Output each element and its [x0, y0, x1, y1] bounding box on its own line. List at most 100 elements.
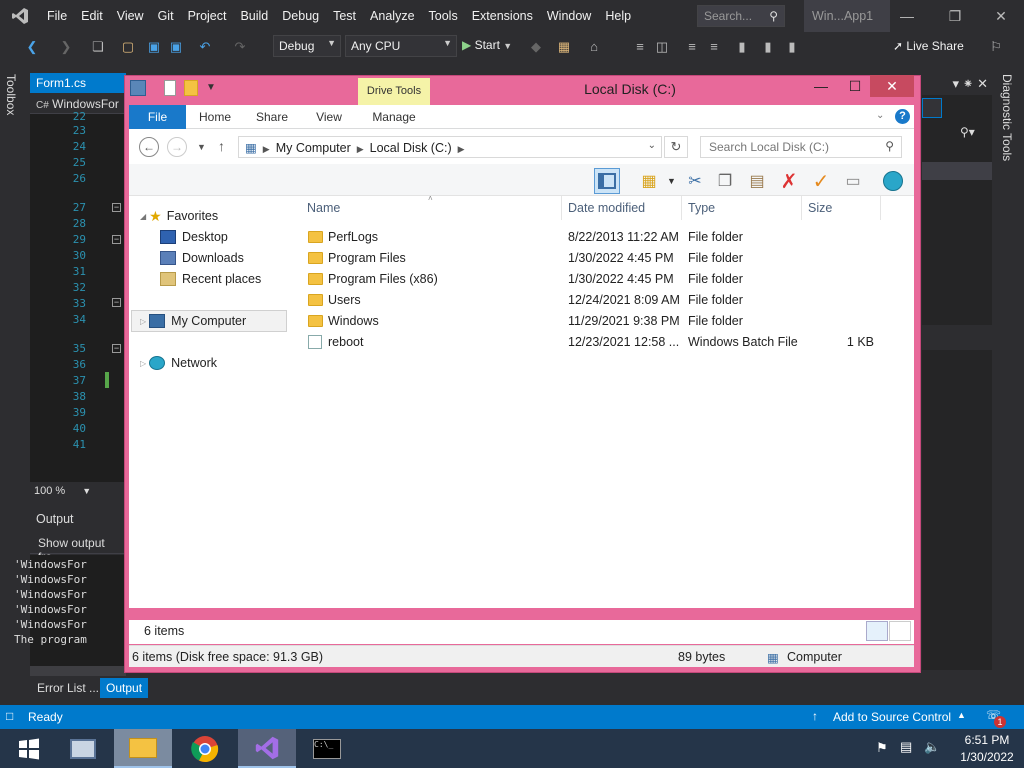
nav-desktop[interactable]: Desktop — [160, 227, 228, 247]
save-icon[interactable]: ▣ — [146, 39, 162, 55]
column-divider[interactable] — [801, 196, 802, 220]
folder-options-icon[interactable]: ▦ — [636, 168, 662, 194]
column-date-modified[interactable]: Date modified — [568, 201, 645, 215]
bookmark-next-icon[interactable]: ▮ — [784, 39, 800, 55]
find-in-files-icon[interactable]: ▦ — [556, 39, 572, 55]
refresh-icon[interactable]: ↻ — [664, 136, 688, 158]
start-button[interactable] — [0, 729, 58, 768]
file-row-reboot[interactable]: reboot 12/23/2021 12:58 ... Windows Batc… — [300, 332, 900, 353]
properties-icon[interactable] — [164, 80, 176, 96]
delete-icon[interactable]: ✗ — [776, 168, 802, 194]
fire-icon[interactable]: ◆ — [528, 39, 544, 55]
open-folder-icon[interactable]: ▢ — [120, 39, 136, 55]
zoom-select[interactable]: 100 % ▼ — [30, 483, 126, 501]
action-center-flag-icon[interactable]: ⚑ — [876, 740, 888, 756]
vs-search-input[interactable]: Search... ⚲ — [697, 5, 785, 27]
add-to-source-control[interactable]: Add to Source Control — [833, 710, 951, 724]
nav-favorites[interactable]: ◢ ★ Favorites — [140, 206, 218, 226]
tab-output[interactable]: Output — [100, 678, 149, 698]
nav-my-computer[interactable]: ▷ My Computer — [140, 311, 246, 331]
nav-downloads[interactable]: Downloads — [160, 248, 244, 268]
split-icon[interactable]: ◫ — [654, 39, 670, 55]
fold-toggle-icon[interactable]: − — [112, 203, 121, 212]
chevron-down-icon[interactable]: ▼ — [667, 176, 676, 186]
feedback-icon[interactable]: ⚐ — [988, 39, 1004, 55]
output-source-select[interactable]: Show output fro — [30, 532, 126, 564]
platform-select[interactable]: Any CPU ▼ — [345, 35, 457, 57]
toolbox-tab[interactable]: Toolbox — [4, 74, 18, 115]
back-icon[interactable]: ❮ — [24, 39, 40, 55]
column-size[interactable]: Size — [808, 201, 832, 215]
back-icon[interactable]: ← — [139, 137, 159, 157]
tab-file[interactable]: File — [129, 105, 186, 129]
maximize-icon[interactable]: ☐ — [838, 75, 872, 97]
close-icon[interactable]: ✕ — [978, 0, 1024, 32]
file-row-windows[interactable]: Windows 11/29/2021 9:38 PM File folder — [300, 311, 900, 332]
rename-icon[interactable]: ▭ — [840, 168, 866, 194]
save-all-icon[interactable]: ▣ — [168, 39, 184, 55]
visual-studio-taskbar-icon[interactable] — [238, 729, 296, 768]
breadcrumb-my-computer[interactable]: My Computer — [276, 141, 351, 155]
up-icon[interactable]: ↑ — [218, 138, 225, 154]
ribbon-expand-icon[interactable]: ⌄ — [876, 110, 884, 121]
network-status-icon[interactable]: ▤ — [900, 739, 912, 755]
menu-analyze[interactable]: Analyze — [363, 0, 421, 32]
align-icon[interactable]: ≡ — [632, 39, 648, 55]
tab-share[interactable]: Share — [248, 105, 296, 129]
doc-tab-form1[interactable]: Form1.cs — [30, 73, 126, 93]
tab-error-list[interactable]: Error List ... — [31, 678, 105, 698]
menu-window[interactable]: Window — [540, 0, 598, 32]
globe-icon[interactable] — [880, 168, 906, 194]
cut-icon[interactable]: ✂ — [682, 168, 708, 194]
indent-icon[interactable]: ≡ — [684, 39, 700, 55]
file-row-program-files[interactable]: Program Files 1/30/2022 4:45 PM File fol… — [300, 248, 900, 269]
column-divider[interactable] — [561, 196, 562, 220]
file-row-program-files-x86[interactable]: Program Files (x86) 1/30/2022 4:45 PM Fi… — [300, 269, 900, 290]
copy-icon[interactable]: ❐ — [712, 168, 738, 194]
volume-muted-icon[interactable]: 🔈 — [924, 739, 940, 755]
bookmark-prev-icon[interactable]: ▮ — [760, 39, 776, 55]
menu-build[interactable]: Build — [233, 0, 275, 32]
file-row-perflogs[interactable]: PerfLogs 8/22/2013 11:22 AM File folder — [300, 227, 900, 248]
address-dropdown-icon[interactable]: ⌄ — [648, 140, 656, 151]
command-prompt-icon[interactable]: C:\_ — [298, 729, 356, 768]
menu-git[interactable]: Git — [151, 0, 181, 32]
vs-logo-icon[interactable] — [0, 0, 40, 32]
home-icon[interactable]: ⌂ — [586, 39, 602, 55]
fold-toggle-icon[interactable]: − — [112, 344, 121, 353]
forward-icon[interactable]: ❯ — [58, 39, 74, 55]
file-row-users[interactable]: Users 12/24/2021 8:09 AM File folder — [300, 290, 900, 311]
minimize-icon[interactable]: — — [884, 0, 930, 32]
live-share-button[interactable]: ➚ Live Share — [893, 35, 964, 57]
column-name[interactable]: Name — [307, 201, 340, 215]
column-divider[interactable] — [880, 196, 881, 220]
tab-home[interactable]: Home — [191, 105, 239, 129]
chrome-icon[interactable] — [176, 729, 234, 768]
details-view-icon[interactable] — [866, 621, 888, 641]
file-explorer-taskbar-icon[interactable] — [114, 729, 172, 768]
menu-tools[interactable]: Tools — [422, 0, 465, 32]
clock-time[interactable]: 6:51 PM — [954, 733, 1020, 747]
menu-help[interactable]: Help — [598, 0, 638, 32]
panel-search-field[interactable] — [922, 98, 942, 118]
column-divider[interactable] — [681, 196, 682, 220]
outdent-icon[interactable]: ≡ — [706, 39, 722, 55]
undo-icon[interactable]: ↶ — [197, 39, 213, 55]
redo-icon[interactable]: ↷ — [232, 39, 248, 55]
bookmark-icon[interactable]: ▮ — [734, 39, 750, 55]
restore-icon[interactable]: ❐ — [932, 0, 978, 32]
large-icons-view-icon[interactable] — [889, 621, 911, 641]
panel-pin-close[interactable]: ▾ ⁕ ✕ — [922, 76, 992, 94]
help-icon[interactable]: ? — [895, 109, 910, 124]
diagnostic-tools-tab[interactable]: Diagnostic Tools — [1000, 74, 1014, 161]
output-scrollbar[interactable] — [30, 666, 126, 676]
menu-debug[interactable]: Debug — [275, 0, 326, 32]
recent-locations-icon[interactable]: ▼ — [197, 142, 206, 152]
forward-icon[interactable]: → — [167, 137, 187, 157]
breadcrumb-local-disk[interactable]: Local Disk (C:) — [370, 141, 452, 155]
search-icon[interactable]: ⚲▾ — [960, 125, 975, 139]
server-manager-icon[interactable] — [54, 729, 112, 768]
menu-project[interactable]: Project — [181, 0, 234, 32]
preview-pane-icon[interactable] — [594, 168, 620, 194]
address-bar[interactable]: ▦ ▶ My Computer ▶ Local Disk (C:) ▶ ⌄ — [238, 136, 662, 158]
